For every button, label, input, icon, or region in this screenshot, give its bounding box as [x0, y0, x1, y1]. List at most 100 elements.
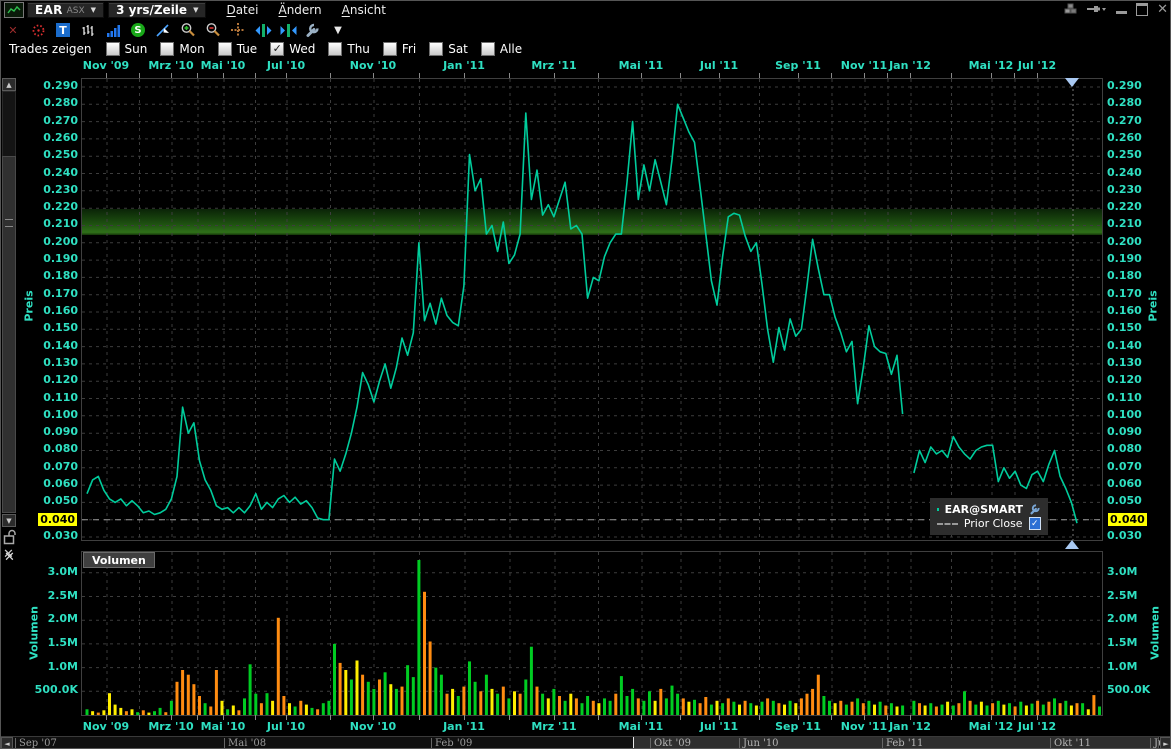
axis-tick: [286, 715, 287, 720]
compress-horizontal-icon[interactable]: [279, 21, 297, 39]
month-label: Nov '10: [350, 720, 396, 733]
settings-wrench-icon[interactable]: [304, 21, 322, 39]
volume-plot-svg[interactable]: [81, 551, 1103, 716]
hilo-bars-icon[interactable]: [79, 21, 97, 39]
weekday-filter-mon[interactable]: Mon: [160, 42, 204, 56]
price-tick-label: 0.080: [43, 442, 78, 455]
time-range-scrollbar[interactable]: ◄ Okt '09Jun '10Feb '11Okt '11Jun '12 ► …: [1, 736, 1171, 749]
checkbox[interactable]: [383, 42, 397, 56]
target-icon[interactable]: [29, 21, 47, 39]
month-label: Nov '11: [841, 720, 887, 733]
price-tick-label: 0.190: [1107, 252, 1142, 265]
price-tick-label: 0.290: [43, 79, 78, 92]
volume-tick-label: 1.5M: [48, 636, 78, 649]
crosshair-icon[interactable]: [229, 21, 247, 39]
price-tick-label: 0.160: [1107, 304, 1142, 317]
weekday-filter-alle[interactable]: Alle: [481, 42, 522, 56]
checkbox[interactable]: [160, 42, 174, 56]
timeframe-selector[interactable]: 3 yrs/Zeile ▼: [108, 2, 206, 18]
checkbox[interactable]: ✓: [270, 42, 284, 56]
volume-axis-title-right: Volumen: [1149, 606, 1162, 660]
checkbox[interactable]: [106, 42, 120, 56]
app-chart-icon: [4, 2, 24, 18]
weekday-filter-sat[interactable]: Sat: [429, 42, 468, 56]
expand-horizontal-icon[interactable]: [254, 21, 272, 39]
scroll-right-button[interactable]: ►: [1160, 737, 1171, 749]
volume-chart[interactable]: [81, 551, 1103, 720]
axis-tick: [197, 715, 198, 720]
menu-datei[interactable]: Datei: [226, 3, 258, 17]
zoom-in-icon[interactable]: [179, 21, 197, 39]
price-tick-label: 0.030: [43, 529, 78, 542]
time-range-thumb[interactable]: Okt '09Jun '10Feb '11Okt '11Jun '12: [633, 737, 1159, 749]
axis-tick: [373, 715, 374, 720]
range-thumb-label: Okt '11: [1050, 738, 1091, 749]
maximize-button[interactable]: [1136, 2, 1148, 16]
minimize-button[interactable]: [1116, 2, 1127, 16]
month-label: Mai '12: [969, 720, 1014, 733]
volume-bars-icon[interactable]: [104, 21, 122, 39]
volume-panel-tab[interactable]: Volumen: [83, 552, 155, 568]
price-tick-label: 0.290: [1107, 79, 1142, 92]
close-button[interactable]: ✕: [1157, 2, 1168, 16]
series-name: EAR@SMART: [945, 503, 1023, 516]
checkbox[interactable]: [481, 42, 495, 56]
price-highlight-tag: 0.040: [1107, 512, 1148, 527]
checkbox[interactable]: [429, 42, 443, 56]
price-tick-label: 0.190: [43, 252, 78, 265]
legend: EAR@SMART Prior Close ✓: [930, 498, 1048, 535]
cursor-handle-top-icon[interactable]: [1065, 78, 1079, 87]
volume-tick-label: 1.5M: [1107, 636, 1137, 649]
menu-ändern[interactable]: Ändern: [278, 3, 321, 17]
price-tick-label: 0.250: [43, 148, 78, 161]
weekday-filter-fri[interactable]: Fri: [383, 42, 416, 56]
price-scale-icon[interactable]: S: [129, 21, 147, 39]
more-tools-icon[interactable]: ▼: [329, 21, 347, 39]
tool-bar: ✕ T S ▼: [1, 19, 1171, 41]
weekday-label: Tue: [237, 42, 258, 56]
volume-tick-label: 1.0M: [48, 660, 78, 673]
weekday-filter-sun[interactable]: Sun: [106, 42, 148, 56]
trendline-tool-icon[interactable]: [154, 21, 172, 39]
menu-bar: Datei Ändern Ansicht: [216, 3, 396, 17]
legend-series-row: EAR@SMART: [937, 503, 1041, 516]
price-tick-label: 0.050: [1107, 494, 1142, 507]
delete-icon[interactable]: ✕: [4, 21, 22, 39]
axis-tick: [951, 715, 952, 720]
price-tick-label: 0.170: [1107, 287, 1142, 300]
cursor-handle-bottom-icon[interactable]: [1065, 540, 1079, 549]
workspace-icon[interactable]: [1064, 2, 1078, 16]
weekday-filter-tue[interactable]: Tue: [218, 42, 258, 56]
symbol-selector[interactable]: EAR ASX ▼: [27, 2, 104, 18]
scroll-left-button[interactable]: ◄: [1, 737, 13, 749]
menu-ansicht[interactable]: Ansicht: [342, 3, 386, 17]
price-tick-label: 0.060: [43, 477, 78, 490]
prior-close-checkbox[interactable]: ✓: [1029, 517, 1041, 530]
weekday-filter-thu[interactable]: Thu: [328, 42, 370, 56]
price-tick-label: 0.130: [43, 356, 78, 369]
price-tick-label: 0.070: [43, 460, 78, 473]
symbol-code: EAR: [35, 3, 63, 17]
checkbox[interactable]: [218, 42, 232, 56]
price-tick-label: 0.280: [43, 96, 78, 109]
zoom-out-icon[interactable]: [204, 21, 222, 39]
price-plot-svg[interactable]: [81, 78, 1103, 541]
price-tick-label: 0.230: [43, 183, 78, 196]
month-label: Mrz '11: [531, 720, 576, 733]
volume-tick-label: 3.0M: [48, 565, 78, 578]
price-tick-label: 0.090: [1107, 425, 1142, 438]
price-chart[interactable]: [81, 78, 1103, 545]
price-tick-label: 0.090: [43, 425, 78, 438]
pin-icon[interactable]: [1087, 2, 1107, 16]
axis-tick: [330, 715, 331, 720]
price-tick-label: 0.170: [43, 287, 78, 300]
volume-tick-label: 500.0K: [35, 683, 78, 696]
chart-window: EAR ASX ▼ 3 yrs/Zeile ▼ Datei Ändern Ansic…: [0, 0, 1171, 749]
volume-tick-label: 1.0M: [1107, 660, 1137, 673]
axis-tick: [864, 715, 865, 720]
volume-tick-label: 3.0M: [1107, 565, 1137, 578]
axis-tick: [798, 715, 799, 720]
weekday-filter-wed[interactable]: ✓Wed: [270, 42, 315, 56]
text-tool-icon[interactable]: T: [54, 21, 72, 39]
checkbox[interactable]: [328, 42, 342, 56]
